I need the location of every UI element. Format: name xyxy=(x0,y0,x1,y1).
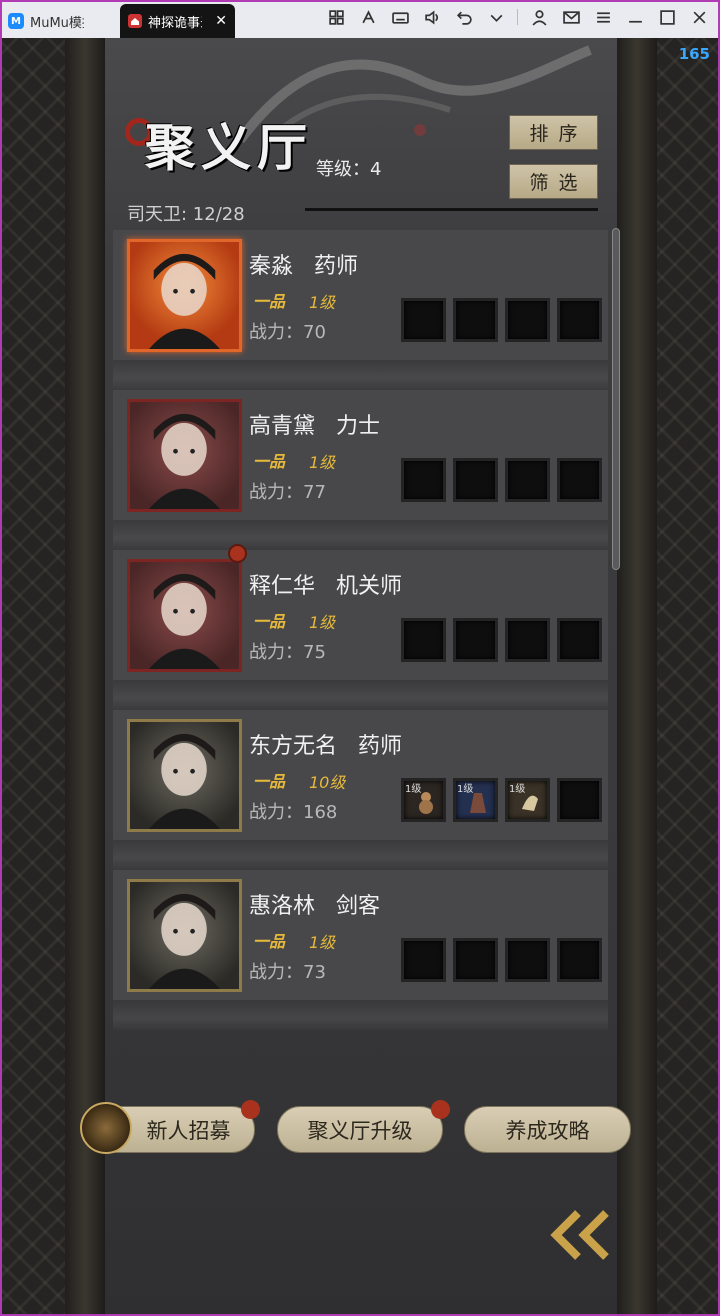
member-rank: 一品 xyxy=(253,452,286,471)
equipment-slot[interactable] xyxy=(453,618,498,662)
tab-emulator[interactable]: M MuMu模拟器 xyxy=(0,4,120,38)
member-name: 高青黛 力士 xyxy=(249,414,380,439)
hall-level: 等级：4 xyxy=(316,159,382,180)
member-name: 释仁华 机关师 xyxy=(249,574,402,599)
equipment-slots xyxy=(401,618,602,662)
equipment-slot[interactable]: 1级 xyxy=(453,778,498,822)
maximize-icon[interactable] xyxy=(656,6,678,28)
equipment-slot[interactable] xyxy=(453,938,498,982)
emulator-titlebar: M MuMu模拟器 神探诡事录 ✕ xyxy=(0,0,720,38)
member-card[interactable]: 秦淼 药师一品 1级战力：70 xyxy=(113,230,608,390)
slot-level: 1级 xyxy=(405,784,422,795)
recruit-portrait-icon xyxy=(80,1102,132,1154)
slot-level: 1级 xyxy=(509,784,526,795)
game-home-icon xyxy=(128,14,142,28)
mumu-logo-icon: M xyxy=(8,13,24,29)
header-divider xyxy=(305,208,598,211)
keyboard-icon[interactable] xyxy=(389,6,411,28)
member-power: 战力：168 xyxy=(249,802,338,823)
equipment-slots: 1级 1级 1级 xyxy=(401,778,602,822)
upgrade-notification-dot xyxy=(431,1100,450,1119)
hall-upgrade-button[interactable]: 聚义厅升级 xyxy=(277,1106,443,1153)
member-level: 1级 xyxy=(309,453,336,472)
equipment-slot[interactable] xyxy=(453,458,498,502)
member-portrait[interactable] xyxy=(127,719,242,832)
equipment-slot[interactable] xyxy=(557,618,602,662)
tab-close-icon[interactable]: ✕ xyxy=(215,13,227,29)
equipment-slot[interactable] xyxy=(505,618,550,662)
slot-level: 1级 xyxy=(457,784,474,795)
member-level: 1级 xyxy=(309,293,336,312)
right-pattern-backdrop xyxy=(655,38,720,1316)
filter-button[interactable]: 筛选 xyxy=(509,164,598,199)
menu-icon[interactable] xyxy=(592,6,614,28)
growth-guide-button[interactable]: 养成攻略 xyxy=(464,1106,631,1153)
equipment-slots xyxy=(401,938,602,982)
keymap-icon[interactable] xyxy=(357,6,379,28)
tab-label: 神探诡事录 xyxy=(148,15,202,31)
equipment-slot[interactable] xyxy=(557,938,602,982)
member-name: 秦淼 药师 xyxy=(249,254,358,279)
account-icon[interactable] xyxy=(528,6,550,28)
member-portrait[interactable] xyxy=(127,239,242,352)
fps-counter: 165 xyxy=(678,45,710,63)
equipment-slot[interactable] xyxy=(401,938,446,982)
member-power: 战力：70 xyxy=(249,322,326,343)
equipment-slot[interactable] xyxy=(401,298,446,342)
left-pattern-backdrop xyxy=(0,38,65,1316)
emulator-toolbar xyxy=(325,6,710,28)
member-portrait[interactable] xyxy=(127,879,242,992)
equipment-slots xyxy=(401,298,602,342)
member-card[interactable]: 东方无名 药师一品 10级战力：168 1级 1级 1级 xyxy=(113,710,608,870)
undo-icon[interactable] xyxy=(453,6,475,28)
equipment-slot[interactable]: 1级 xyxy=(505,778,550,822)
member-name: 惠洛林 剑客 xyxy=(249,894,380,919)
member-rank: 一品 xyxy=(253,932,286,951)
member-card[interactable]: 高青黛 力士一品 1级战力：77 xyxy=(113,390,608,550)
equipment-slot[interactable] xyxy=(453,298,498,342)
equipment-slot[interactable] xyxy=(557,298,602,342)
member-rank: 一品 xyxy=(253,612,286,631)
equipment-slot[interactable] xyxy=(557,458,602,502)
toolbar-divider xyxy=(517,9,518,25)
back-chevrons-icon[interactable] xyxy=(548,1205,628,1265)
equipment-slot[interactable] xyxy=(505,298,550,342)
list-scrollbar[interactable] xyxy=(612,228,620,570)
mail-icon[interactable] xyxy=(560,6,582,28)
tab-label: MuMu模拟器 xyxy=(30,15,84,31)
equipment-slot[interactable] xyxy=(401,618,446,662)
multi-window-icon[interactable] xyxy=(325,6,347,28)
equipment-slots xyxy=(401,458,602,502)
minimize-icon[interactable] xyxy=(624,6,646,28)
member-rank: 一品 xyxy=(253,292,286,311)
tab-game[interactable]: 神探诡事录 ✕ xyxy=(120,4,235,38)
equipment-slot[interactable] xyxy=(401,458,446,502)
member-level: 1级 xyxy=(309,613,336,632)
member-portrait[interactable] xyxy=(127,559,242,672)
equipment-slot[interactable]: 1级 xyxy=(401,778,446,822)
member-portrait[interactable] xyxy=(127,399,242,512)
member-power: 战力：75 xyxy=(249,642,326,663)
guard-count: 司天卫: 12/28 xyxy=(127,204,245,225)
notification-dot xyxy=(228,544,247,563)
member-list[interactable]: 秦淼 药师 一品 1级 战力：70 高青黛 力士 一品 1级 战力：77 释仁华 机关师 一品 1级… xyxy=(113,228,608,1030)
page-title: 聚义厅 xyxy=(145,118,313,177)
sort-button[interactable]: 排序 xyxy=(509,115,598,150)
equipment-slot[interactable] xyxy=(557,778,602,822)
equipment-slot[interactable] xyxy=(505,938,550,982)
member-card[interactable]: 释仁华 机关师一品 1级战力：75 xyxy=(113,544,608,710)
member-card[interactable]: 惠洛林 剑客一品 1级战力：73 xyxy=(113,870,608,1030)
recruit-notification-dot xyxy=(241,1100,260,1119)
member-level: 1级 xyxy=(309,933,336,952)
member-level: 10级 xyxy=(309,773,346,792)
volume-icon[interactable] xyxy=(421,6,443,28)
member-rank: 一品 xyxy=(253,772,286,791)
member-power: 战力：77 xyxy=(249,482,326,503)
member-name: 东方无名 药师 xyxy=(249,734,402,759)
dropdown-icon[interactable] xyxy=(485,6,507,28)
member-power: 战力：73 xyxy=(249,962,326,983)
close-icon[interactable] xyxy=(688,6,710,28)
equipment-slot[interactable] xyxy=(505,458,550,502)
